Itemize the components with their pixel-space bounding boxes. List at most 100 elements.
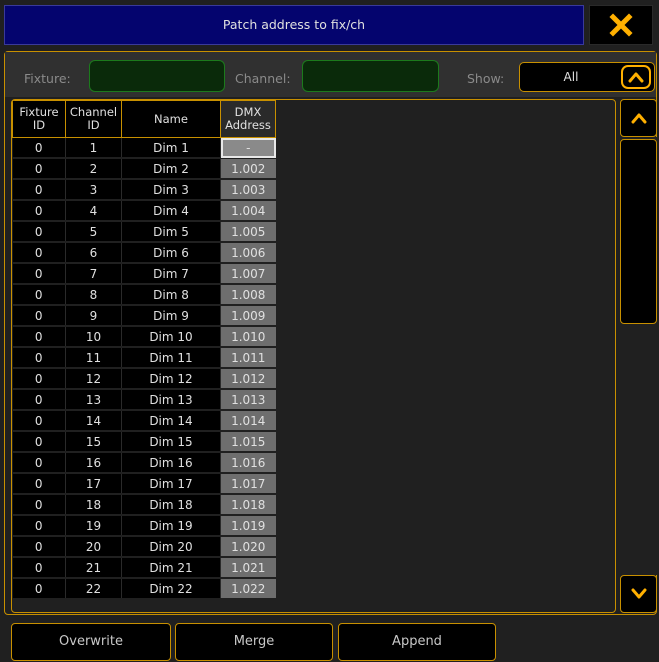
cell-dmx-address[interactable]: 1.022: [220, 578, 276, 600]
cell-dmx-address[interactable]: 1.007: [220, 263, 276, 285]
table-row[interactable]: 0 1 Dim 1 -: [12, 137, 276, 159]
cell-name: Dim 17: [121, 473, 221, 495]
cell-dmx-address[interactable]: 1.005: [220, 221, 276, 243]
cell-dmx-address[interactable]: 1.018: [220, 494, 276, 516]
cell-name: Dim 15: [121, 431, 221, 453]
header-fixture-id[interactable]: Fixture ID: [12, 100, 66, 138]
table-row[interactable]: 0 10 Dim 10 1.010: [12, 326, 276, 348]
cell-name: Dim 5: [121, 221, 221, 243]
cell-fixture-id: 0: [12, 137, 66, 159]
cell-name: Dim 13: [121, 389, 221, 411]
header-channel-id[interactable]: Channel ID: [65, 100, 122, 138]
cell-name: Dim 11: [121, 347, 221, 369]
scroll-down-button[interactable]: [620, 575, 657, 613]
cell-channel-id: 5: [65, 221, 122, 243]
table-row[interactable]: 0 7 Dim 7 1.007: [12, 263, 276, 285]
cell-channel-id: 1: [65, 137, 122, 159]
cell-dmx-address[interactable]: 1.008: [220, 284, 276, 306]
cell-dmx-address[interactable]: 1.020: [220, 536, 276, 558]
fixture-input[interactable]: [89, 60, 225, 92]
table-row[interactable]: 0 13 Dim 13 1.013: [12, 389, 276, 411]
table-row[interactable]: 0 9 Dim 9 1.009: [12, 305, 276, 327]
table-row[interactable]: 0 11 Dim 11 1.011: [12, 347, 276, 369]
cell-dmx-address[interactable]: 1.021: [220, 557, 276, 579]
cell-name: Dim 6: [121, 242, 221, 264]
table-row[interactable]: 0 3 Dim 3 1.003: [12, 179, 276, 201]
table-row[interactable]: 0 14 Dim 14 1.014: [12, 410, 276, 432]
chevron-up-icon: [628, 72, 644, 83]
cell-dmx-address[interactable]: 1.012: [220, 368, 276, 390]
cell-dmx-address[interactable]: 1.019: [220, 515, 276, 537]
scrollbar-thumb[interactable]: [620, 139, 657, 324]
append-button[interactable]: Append: [338, 623, 496, 661]
table-row[interactable]: 0 2 Dim 2 1.002: [12, 158, 276, 180]
cell-dmx-address[interactable]: 1.003: [220, 179, 276, 201]
cell-name: Dim 21: [121, 557, 221, 579]
cell-dmx-address[interactable]: 1.011: [220, 347, 276, 369]
cell-name: Dim 14: [121, 410, 221, 432]
cell-channel-id: 3: [65, 179, 122, 201]
cell-fixture-id: 0: [12, 242, 66, 264]
table-row[interactable]: 0 15 Dim 15 1.015: [12, 431, 276, 453]
cell-fixture-id: 0: [12, 158, 66, 180]
cell-fixture-id: 0: [12, 389, 66, 411]
cell-dmx-address[interactable]: 1.009: [220, 305, 276, 327]
header-name[interactable]: Name: [121, 100, 221, 138]
cell-fixture-id: 0: [12, 536, 66, 558]
cell-dmx-address[interactable]: 1.017: [220, 473, 276, 495]
table-row[interactable]: 0 18 Dim 18 1.018: [12, 494, 276, 516]
merge-button[interactable]: Merge: [175, 623, 333, 661]
cell-name: Dim 16: [121, 452, 221, 474]
table-row[interactable]: 0 4 Dim 4 1.004: [12, 200, 276, 222]
table-row[interactable]: 0 22 Dim 22 1.022: [12, 578, 276, 600]
cell-channel-id: 20: [65, 536, 122, 558]
cell-channel-id: 6: [65, 242, 122, 264]
cell-fixture-id: 0: [12, 431, 66, 453]
show-dropdown-button[interactable]: [621, 65, 651, 89]
table-row[interactable]: 0 19 Dim 19 1.019: [12, 515, 276, 537]
cell-fixture-id: 0: [12, 326, 66, 348]
cell-dmx-address[interactable]: 1.006: [220, 242, 276, 264]
cell-name: Dim 2: [121, 158, 221, 180]
cell-name: Dim 8: [121, 284, 221, 306]
cell-channel-id: 12: [65, 368, 122, 390]
show-label: Show:: [467, 71, 505, 86]
cell-fixture-id: 0: [12, 578, 66, 600]
close-button[interactable]: [589, 5, 653, 45]
cell-name: Dim 18: [121, 494, 221, 516]
cell-dmx-address[interactable]: 1.002: [220, 158, 276, 180]
cell-fixture-id: 0: [12, 494, 66, 516]
cell-dmx-address[interactable]: 1.010: [220, 326, 276, 348]
cell-dmx-address[interactable]: 1.013: [220, 389, 276, 411]
header-dmx-address[interactable]: DMX Address: [220, 100, 276, 138]
filter-bar: Fixture: Channel: Show: All: [5, 52, 656, 97]
chevron-down-icon: [631, 588, 646, 599]
show-select[interactable]: All: [519, 62, 655, 92]
cell-dmx-address[interactable]: 1.014: [220, 410, 276, 432]
table-row[interactable]: 0 17 Dim 17 1.017: [12, 473, 276, 495]
cell-name: Dim 1: [121, 137, 221, 159]
cell-channel-id: 13: [65, 389, 122, 411]
cell-name: Dim 10: [121, 326, 221, 348]
table-header-row: Fixture ID Channel ID Name DMX Address: [12, 100, 276, 138]
cell-dmx-address[interactable]: 1.004: [220, 200, 276, 222]
channel-input[interactable]: [302, 60, 439, 92]
table-row[interactable]: 0 21 Dim 21 1.021: [12, 557, 276, 579]
cell-channel-id: 2: [65, 158, 122, 180]
table-row[interactable]: 0 5 Dim 5 1.005: [12, 221, 276, 243]
table-row[interactable]: 0 6 Dim 6 1.006: [12, 242, 276, 264]
patch-table-body: 0 1 Dim 1 - 0 2 Dim 2 1.002 0 3 Dim 3 1.…: [12, 137, 276, 600]
cell-channel-id: 11: [65, 347, 122, 369]
table-row[interactable]: 0 20 Dim 20 1.020: [12, 536, 276, 558]
chevron-up-icon: [631, 113, 646, 124]
cell-channel-id: 14: [65, 410, 122, 432]
scroll-up-button[interactable]: [620, 99, 657, 137]
table-row[interactable]: 0 8 Dim 8 1.008: [12, 284, 276, 306]
cell-dmx-address[interactable]: -: [220, 137, 276, 159]
overwrite-button[interactable]: Overwrite: [11, 623, 171, 661]
cell-dmx-address[interactable]: 1.016: [220, 452, 276, 474]
cell-dmx-address[interactable]: 1.015: [220, 431, 276, 453]
table-row[interactable]: 0 12 Dim 12 1.012: [12, 368, 276, 390]
table-row[interactable]: 0 16 Dim 16 1.016: [12, 452, 276, 474]
cell-name: Dim 12: [121, 368, 221, 390]
